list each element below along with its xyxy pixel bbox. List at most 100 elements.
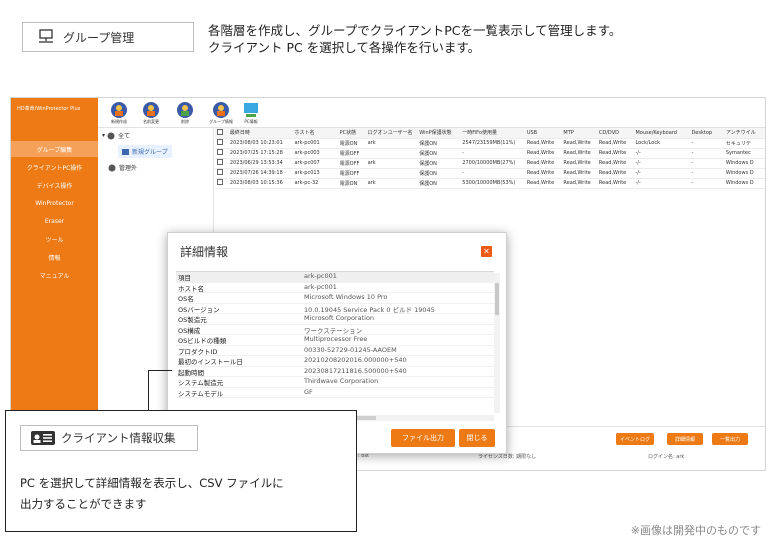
file-export-button[interactable]: ファイル出力 [391,429,455,447]
collapse-icon: ▾ [102,132,106,139]
detail-value: Thirdwave Corporation [304,377,379,385]
table-cell: Read,Write [596,178,634,189]
detail-header-row: 項目 ark-pc001 [176,272,494,283]
detail-row: 最初のインストール日 20210208202016.000000+540 [176,356,494,367]
table-cell: Read,Write [524,138,562,149]
row-checkbox[interactable] [215,178,228,189]
sidebar-item-manual[interactable]: マニュアル [11,267,98,283]
table-cell: 2547/23159MB(11%) [460,138,525,149]
grid-column-header[interactable]: PC状態 [337,128,366,139]
vertical-scrollbar[interactable] [494,273,500,413]
table-cell: Read,Write [596,138,634,149]
table-cell: 2023/08/03 10:23:01 [227,138,293,149]
grid-column-header[interactable]: USB [524,128,562,139]
login-status: ログイン名: ark [648,454,685,460]
table-cell: ark-pc-32 [292,178,338,189]
grid-column-header[interactable]: Mouse/Keyboard [633,128,690,139]
table-cell: 電源OFF [337,158,366,169]
footnote: ※画像は開発中のものです [630,524,761,537]
table-cell: -/- [633,178,690,189]
new-group-button[interactable]: 新規作成 [104,101,134,125]
list-export-button[interactable]: 一覧出力 [712,433,748,445]
table-cell: Windows D [723,178,765,189]
table-row[interactable]: 2023/07/25 17:15:28 ark-pc003 電源OFF 保護ON - Re… [215,148,765,159]
select-all-checkbox[interactable] [215,128,228,139]
rename-button[interactable]: 名前変更 [136,101,166,125]
sidebar-item-winprotector[interactable]: WinProtector [11,195,98,211]
sidebar-item-client-pc[interactable]: クライアントPC操作 [11,159,98,175]
pc-info-button[interactable]: PC情報 [236,101,266,125]
detail-value: ark-pc001 [304,282,337,291]
grid-column-header[interactable]: WinP保護状態 [417,128,461,139]
grid-column-header[interactable]: ログオンユーザー名 [365,128,418,139]
table-row[interactable]: 2023/06/29 13:53:34 ark-pc007 電源OFF ark 保護ON… [215,158,765,169]
sidebar-item-device[interactable]: デバイス操作 [11,177,98,193]
sidebar-item-group-edit[interactable]: グループ編集 [11,141,98,157]
grid-column-header[interactable]: Desktop [689,128,724,139]
badge-label: グループ管理 [63,30,135,45]
table-cell: 保護ON [417,158,461,169]
table-cell: 保護ON [417,178,461,189]
detail-key: 起動時間 [178,368,204,377]
table-cell: 電源OFF [337,148,366,159]
table-cell: - [689,148,724,159]
table-cell: 保護ON [417,148,461,159]
grid-column-header[interactable]: 一時FiFo使用量 [460,128,525,139]
table-cell: - [689,138,724,149]
detail-key: プロダクトID [178,347,218,356]
table-cell: Read,Write [524,148,562,159]
detail-value: 00330-52729-01245-AAOEM [304,345,397,354]
sidebar-item-info[interactable]: 情報 [11,249,98,265]
grid-column-header[interactable]: アンチウイル [723,128,765,139]
table-row[interactable]: 2023/08/03 10:23:01 ark-pc001 電源ON ark 保護ON 2… [215,138,765,149]
detail-key: ホスト名 [178,284,204,293]
detail-row: OS製造元 Microsoft Corporation [176,314,494,325]
toolbar: 新規作成 名前変更 削除 グループ情報 PC情報 [98,98,765,128]
detail-value: ark-pc001 [304,272,337,280]
tree-node-all[interactable]: ▾ 全て [102,131,130,140]
sidebar-item-eraser[interactable]: Eraser [11,213,98,229]
row-checkbox[interactable] [215,158,228,169]
detail-row: プロダクトID 00330-52729-01245-AAOEM [176,345,494,356]
table-row[interactable]: 2023/08/03 10:15:36 ark-pc-32 電源ON ark 保護ON 5… [215,178,765,189]
callout-label: クライアント情報収集 [20,425,198,451]
table-cell: Symantec [723,148,765,159]
group-info-button[interactable]: グループ情報 [206,101,236,125]
grid-column-header[interactable]: CD/DVD [596,128,634,139]
detail-key: OSバージョン [178,305,220,314]
table-cell: - [689,168,724,179]
group-info-icon [213,102,229,118]
table-cell: 2700/10000MB(27%) [460,158,525,169]
detail-value: 10.0.19045 Service Pack 0 ビルド 19045 [304,305,435,314]
grid-column-header[interactable]: MTP [561,128,597,139]
table-cell: ark-pc001 [292,138,338,149]
delete-button[interactable]: 削除 [170,101,200,125]
detail-info-button[interactable]: 詳細情報 [667,433,703,445]
detail-key: 項目 [178,274,191,282]
detail-row: システム製造元 Thirdwave Corporation [176,377,494,388]
new-group-icon [111,102,127,118]
table-cell: - [460,168,525,179]
row-checkbox[interactable] [215,138,228,149]
table-row[interactable]: 2023/07/26 14:39:18 ark-pc013 電源OFF 保護ON - Re… [215,168,765,179]
intro-line-2: クライアント PC を選択して各操作を行います。 [208,40,481,55]
table-cell: 電源ON [337,138,366,149]
grid-column-header[interactable]: ホスト名 [292,128,338,139]
sidebar-item-tools[interactable]: ツール [11,231,98,247]
tree-node-new-group[interactable]: 新規グループ [118,145,172,158]
table-cell: Read,Write [596,168,634,179]
dialog-close-button[interactable]: 閉じる [459,429,495,447]
event-log-button[interactable]: イベントログ [616,433,654,445]
tree-node-unmanaged[interactable]: 管理外 [108,163,137,172]
detail-row: 起動時間 20230817211816.500000+540 [176,367,494,377]
row-checkbox[interactable] [215,168,228,179]
network-icon [39,29,53,43]
close-icon[interactable]: ✕ [481,246,492,257]
table-cell: -/- [633,158,690,169]
detail-value: Microsoft Corporation [304,314,375,322]
table-cell: -/- [633,148,690,159]
table-cell: 保護ON [417,168,461,179]
row-checkbox[interactable] [215,148,228,159]
table-cell: Read,Write [596,158,634,169]
grid-column-header[interactable]: 最終日時 [227,128,293,139]
